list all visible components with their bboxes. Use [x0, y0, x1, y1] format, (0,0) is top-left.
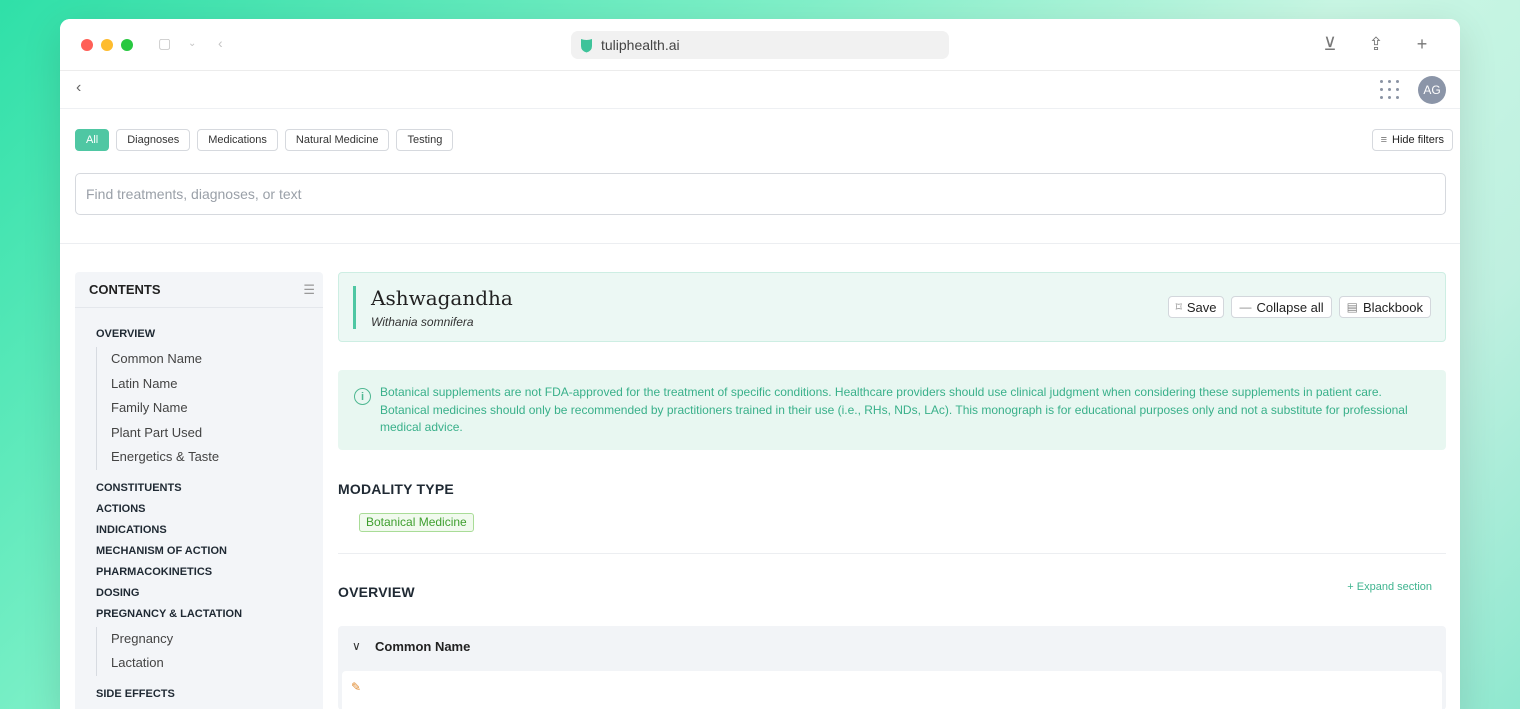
minimize-window-button[interactable] [101, 39, 113, 51]
search-input[interactable]: Find treatments, diagnoses, or text [75, 173, 1446, 215]
download-icon[interactable]: ⊻ [1320, 33, 1340, 55]
apps-grid-icon[interactable] [1380, 80, 1400, 100]
modality-tag: Botanical Medicine [359, 513, 474, 532]
filter-chip-natural-medicine[interactable]: Natural Medicine [284, 129, 390, 151]
sidebar-item-pregnancy-lactation[interactable]: PREGNANCY & LACTATION [96, 604, 323, 625]
sidebar-item-plant-part-used[interactable]: Plant Part Used [111, 421, 323, 446]
page-title: Ashwagandha [371, 286, 513, 310]
save-button[interactable]: ⌑ Save [1167, 296, 1225, 318]
window-controls [81, 39, 133, 51]
sidebar-item-overview[interactable]: OVERVIEW [96, 324, 323, 345]
browser-window: ▢ ⌄ ‹ tuliphealth.ai ⊻ ⇪ + ‹ AG All Diag… [60, 19, 1460, 709]
common-name-content: ✎ [342, 671, 1442, 709]
sidebar-item-dosing[interactable]: DOSING [96, 583, 323, 604]
hide-filters-label: Hide filters [1392, 134, 1444, 146]
site-shield-icon [581, 38, 592, 52]
common-name-card[interactable]: ∨ Common Name ✎ [338, 626, 1446, 709]
modality-section: MODALITY TYPE Botanical Medicine [338, 481, 1446, 532]
contents-sidebar: CONTENTS ☰ OVERVIEW Common Name Latin Na… [75, 272, 323, 709]
sidebar-item-common-name[interactable]: Common Name [111, 347, 323, 372]
divider [60, 243, 1460, 244]
latin-name: Withania somnifera [371, 315, 474, 329]
sidebar-item-pharmacokinetics[interactable]: PHARMACOKINETICS [96, 562, 323, 583]
collapse-all-label: Collapse all [1256, 299, 1324, 315]
share-icon[interactable]: ⇪ [1366, 33, 1386, 55]
sidebar-item-actions[interactable]: ACTIONS [96, 499, 323, 520]
common-name-label: Common Name [375, 639, 471, 654]
blackbook-label: Blackbook [1363, 299, 1423, 315]
info-icon: i [354, 388, 371, 405]
chevron-down-icon[interactable]: ∨ [352, 639, 361, 653]
modality-heading: MODALITY TYPE [338, 481, 454, 497]
hide-filters-button[interactable]: ≡ Hide filters [1371, 129, 1453, 151]
sidebar-item-constituents[interactable]: CONSTITUENTS [96, 478, 323, 499]
url-text: tuliphealth.ai [601, 37, 680, 53]
disclaimer-text: Botanical supplements are not FDA-approv… [380, 385, 1408, 434]
minus-icon: — [1239, 300, 1252, 314]
blackbook-button[interactable]: ▤ Blackbook [1338, 296, 1431, 318]
search-placeholder: Find treatments, diagnoses, or text [86, 186, 302, 202]
filter-chips: All Diagnoses Medications Natural Medici… [75, 129, 454, 151]
maximize-window-button[interactable] [121, 39, 133, 51]
sidebar-item-family-name[interactable]: Family Name [111, 396, 323, 421]
pencil-icon[interactable]: ✎ [351, 680, 361, 694]
sidebar-item-side-effects[interactable]: SIDE EFFECTS [96, 684, 323, 705]
save-label: Save [1186, 299, 1217, 315]
browser-titlebar: ▢ ⌄ ‹ tuliphealth.ai ⊻ ⇪ + [60, 19, 1460, 71]
collapse-contents-icon[interactable]: ☰ [303, 282, 315, 298]
monograph-header: Ashwagandha Withania somnifera ⌑ Save — … [338, 272, 1446, 342]
filter-chip-diagnoses[interactable]: Diagnoses [116, 129, 191, 151]
filter-chip-testing[interactable]: Testing [396, 129, 454, 151]
filter-icon: ≡ [1380, 134, 1388, 146]
bookmark-icon: ⌑ [1175, 300, 1182, 314]
avatar[interactable]: AG [1418, 76, 1446, 104]
sidebar-item-indications[interactable]: INDICATIONS [96, 520, 323, 541]
disclaimer-notice: i Botanical supplements are not FDA-appr… [338, 370, 1446, 450]
browser-back-icon[interactable]: ‹ [218, 35, 223, 51]
sidebar-title: CONTENTS [89, 282, 161, 297]
sidebar-item-energetics-taste[interactable]: Energetics & Taste [111, 445, 323, 470]
monograph-actions: ⌑ Save — Collapse all ▤ Blackbook [1167, 296, 1431, 318]
sidebar-item-lactation[interactable]: Lactation [111, 651, 323, 676]
accent-bar [353, 286, 356, 329]
chevron-down-icon[interactable]: ⌄ [188, 38, 196, 49]
sidebar-toggle-icon[interactable]: ▢ [158, 35, 171, 52]
sidebar-item-pregnancy[interactable]: Pregnancy [111, 627, 323, 652]
overview-heading: OVERVIEW [338, 584, 415, 600]
monograph-content: Ashwagandha Withania somnifera ⌑ Save — … [338, 272, 1446, 709]
expand-section-button[interactable]: + Expand section [1347, 581, 1432, 593]
overview-section-header: OVERVIEW + Expand section [338, 581, 1446, 604]
new-tab-icon[interactable]: + [1412, 33, 1432, 55]
close-window-button[interactable] [81, 39, 93, 51]
sidebar-item-latin-name[interactable]: Latin Name [111, 372, 323, 397]
book-icon: ▤ [1346, 300, 1359, 314]
back-icon[interactable]: ‹ [76, 79, 81, 97]
address-bar[interactable]: tuliphealth.ai [571, 31, 949, 59]
filter-chip-all[interactable]: All [75, 129, 110, 151]
sidebar-header: CONTENTS ☰ [75, 272, 323, 308]
browser-toolbar-right: ⊻ ⇪ + [1320, 33, 1432, 55]
divider [338, 553, 1446, 554]
collapse-all-button[interactable]: — Collapse all [1231, 296, 1332, 318]
sidebar-item-mechanism-of-action[interactable]: MECHANISM OF ACTION [96, 541, 323, 562]
app-header: ‹ AG [60, 71, 1460, 109]
filter-chip-medications[interactable]: Medications [197, 129, 278, 151]
